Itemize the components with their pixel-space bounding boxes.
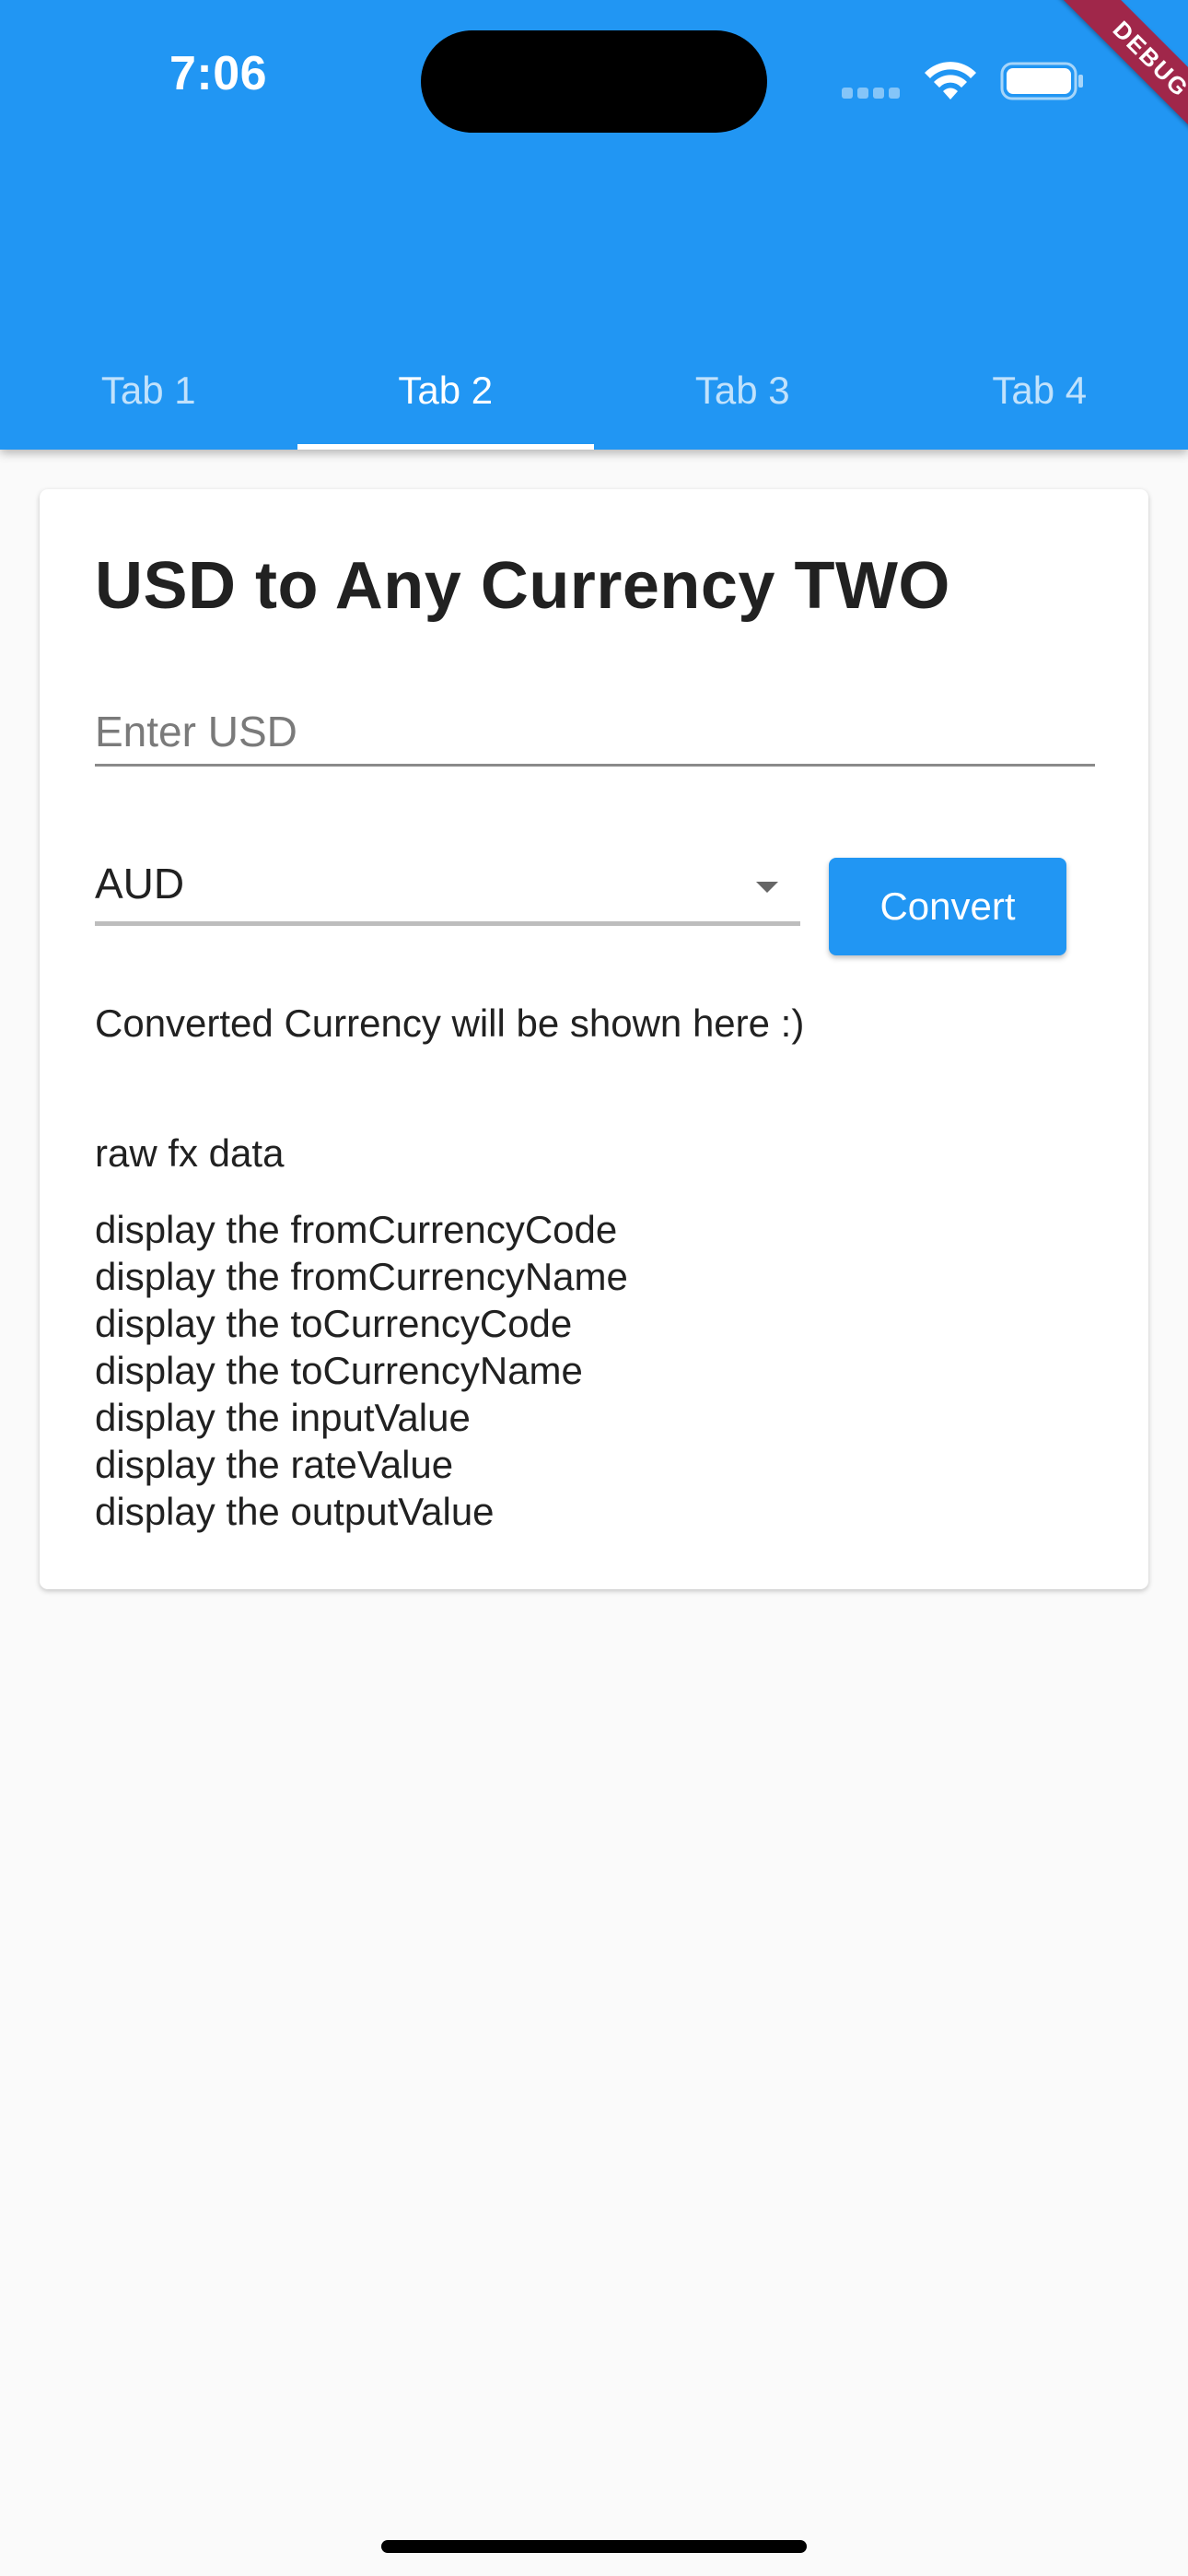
tab-4[interactable]: Tab 4 (891, 332, 1188, 450)
raw-line-to-currency-code: display the toCurrencyCode (95, 1302, 573, 1345)
cellular-signal-icon (842, 87, 906, 99)
dropdown-arrow-icon (756, 882, 778, 893)
converted-result-text: Converted Currency will be shown here :) (95, 1001, 805, 1045)
usd-amount-input[interactable] (95, 699, 1095, 767)
battery-icon (1000, 62, 1083, 100)
raw-line-from-currency-code: display the fromCurrencyCode (95, 1208, 618, 1251)
status-time: 7:06 (169, 47, 268, 100)
tab-3[interactable]: Tab 3 (594, 332, 891, 450)
converter-card: USD to Any Currency TWO AUD Convert Conv… (40, 489, 1148, 1589)
card-title: USD to Any Currency TWO (95, 549, 950, 623)
currency-dropdown[interactable]: AUD (95, 851, 800, 926)
raw-line-to-currency-name: display the toCurrencyName (95, 1349, 583, 1392)
raw-fx-data-list: display the fromCurrencyCode display the… (95, 1206, 628, 1535)
tab-1[interactable]: Tab 1 (0, 332, 297, 450)
convert-button[interactable]: Convert (829, 858, 1066, 955)
tab-2[interactable]: Tab 2 (297, 332, 595, 450)
currency-selected-value: AUD (95, 860, 185, 907)
home-indicator[interactable] (381, 2540, 807, 2553)
raw-fx-data-label: raw fx data (95, 1131, 285, 1175)
tab-bar: Tab 1 Tab 2 Tab 3 Tab 4 (0, 332, 1188, 450)
raw-line-output-value: display the outputValue (95, 1490, 495, 1533)
raw-line-from-currency-name: display the fromCurrencyName (95, 1255, 628, 1298)
dynamic-island (421, 30, 767, 133)
raw-line-rate-value: display the rateValue (95, 1443, 454, 1486)
wifi-icon (925, 62, 976, 100)
app-bar: 7:06 Tab 1 Tab 2 Tab 3 Tab 4 (0, 0, 1188, 450)
raw-line-input-value: display the inputValue (95, 1396, 471, 1439)
